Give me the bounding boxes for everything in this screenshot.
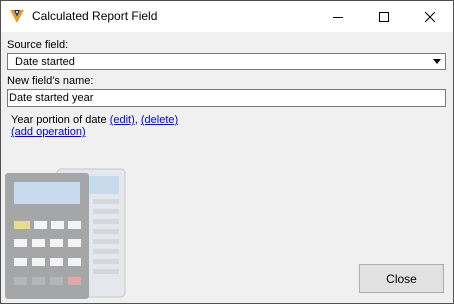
new-field-name-label: New field's name: bbox=[7, 75, 94, 87]
operation-item: Year portion of date (edit), (delete) bbox=[11, 114, 178, 126]
operation-description: Year portion of date bbox=[11, 114, 107, 126]
maximize-icon bbox=[379, 11, 389, 22]
dialog-window: Calculated Report Field Source field: Da… bbox=[0, 0, 454, 304]
minimize-icon bbox=[333, 16, 343, 18]
minimize-button[interactable] bbox=[315, 1, 361, 32]
new-field-name-input[interactable] bbox=[7, 89, 446, 107]
edit-operation-link[interactable]: (edit) bbox=[110, 114, 135, 126]
add-operation-link[interactable]: (add operation) bbox=[11, 126, 86, 138]
delete-operation-link[interactable]: (delete) bbox=[141, 114, 178, 126]
dropdown-arrow-icon[interactable] bbox=[433, 59, 441, 64]
link-separator: , bbox=[134, 114, 138, 126]
app-logo-icon bbox=[10, 9, 24, 23]
source-field-select[interactable]: Date started bbox=[7, 53, 446, 70]
maximize-button[interactable] bbox=[361, 1, 407, 32]
operations-list: Year portion of date (edit), (delete) (a… bbox=[11, 114, 178, 138]
window-title: Calculated Report Field bbox=[32, 9, 158, 23]
close-button[interactable]: Close bbox=[359, 264, 444, 293]
calculator-illustration bbox=[5, 168, 126, 299]
source-field-label: Source field: bbox=[7, 39, 69, 51]
source-field-value: Date started bbox=[15, 56, 75, 68]
close-icon bbox=[425, 11, 435, 22]
window-close-button[interactable] bbox=[407, 1, 453, 32]
title-bar[interactable]: Calculated Report Field bbox=[1, 1, 453, 32]
